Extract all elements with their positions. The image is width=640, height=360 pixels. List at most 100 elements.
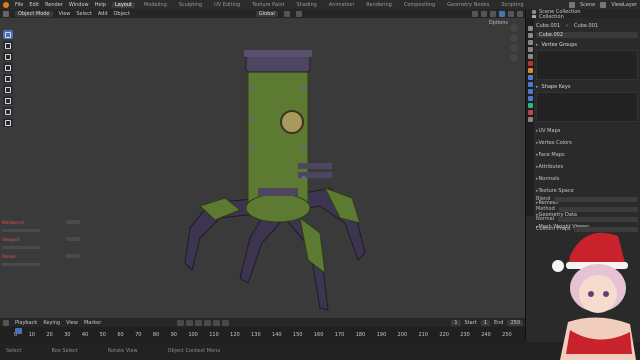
texture-tab-icon[interactable] [527,117,533,122]
panel-face-maps[interactable]: Face Maps [536,152,638,158]
scale-tool[interactable] [3,74,13,83]
scene-name[interactable]: Scene [580,2,595,8]
tab-texture-paint[interactable]: Texture Paint [249,2,287,8]
next-keyframe-icon[interactable] [213,319,221,326]
move-tool[interactable] [3,52,13,61]
data-tab-icon[interactable] [527,103,533,108]
particles-tab-icon[interactable] [527,82,533,87]
cursor-tool[interactable] [3,41,13,50]
zoom-icon[interactable] [510,24,518,32]
tab-sculpting[interactable]: Sculpting [176,2,205,8]
tab-compositing[interactable]: Compositing [401,2,438,8]
material-shading-icon[interactable] [508,10,514,17]
play-icon[interactable] [204,319,212,326]
menu-file[interactable]: File [15,2,23,8]
panel-header[interactable]: Shape Keys [536,84,638,90]
measure-tool[interactable] [3,107,13,116]
render-row-field[interactable] [2,246,40,249]
xray-icon[interactable] [481,10,487,17]
tab-modeling[interactable]: Modeling [141,2,170,8]
material-tab-icon[interactable] [527,110,533,115]
panel-uv-maps[interactable]: UV Maps [536,128,638,134]
select-tool[interactable] [3,30,13,39]
physics-tab-icon[interactable] [527,89,533,94]
robot-model[interactable] [170,38,370,318]
play-reverse-icon[interactable] [195,319,203,326]
modifier-tab-icon[interactable] [527,75,533,80]
panel-header[interactable]: Vertex Groups [536,42,638,48]
jump-end-icon[interactable] [222,319,230,326]
orientation-dropdown[interactable]: Global [255,10,278,17]
object-tab-icon[interactable] [527,68,533,73]
3d-viewport[interactable]: Options Workbench Viewport Render [0,18,526,318]
playhead[interactable] [15,328,22,334]
transform-tool[interactable] [3,85,13,94]
menu-window[interactable]: Window [69,2,89,8]
start-frame-field[interactable]: 1 [480,319,490,326]
panel-vertex-colors[interactable]: Vertex Colors [536,140,638,146]
footer-row-field[interactable] [558,206,638,212]
rendered-shading-icon[interactable] [517,10,523,17]
snap-icon[interactable] [283,10,290,17]
tab-layout[interactable]: Layout [112,1,135,8]
pan-icon[interactable] [510,34,518,42]
render-row-field[interactable] [2,229,40,232]
timeline-editor-icon[interactable] [3,319,9,326]
panel-attributes[interactable]: Attributes [536,164,638,170]
shape-key-list[interactable] [536,92,638,122]
blender-logo-icon[interactable] [3,1,9,8]
menu-view[interactable]: View [59,11,71,17]
menu-keying[interactable]: Keying [43,320,60,326]
menu-add[interactable]: Add [98,11,108,17]
scene-tab-icon[interactable] [527,54,533,59]
view-layer-name[interactable]: ViewLayer [611,2,637,8]
tab-shading[interactable]: Shading [293,2,319,8]
render-row-field[interactable] [2,263,40,266]
menu-help[interactable]: Help [95,2,106,8]
prev-keyframe-icon[interactable] [186,319,194,326]
tool-tab-icon[interactable] [527,26,533,31]
end-frame-field[interactable]: 250 [507,319,523,326]
constraints-tab-icon[interactable] [527,96,533,101]
tab-uv-editing[interactable]: UV Editing [211,2,243,8]
menu-select[interactable]: Select [76,11,91,17]
world-tab-icon[interactable] [527,61,533,66]
tab-rendering[interactable]: Rendering [363,2,395,8]
menu-object[interactable]: Object [114,11,130,17]
footer-row-field[interactable] [558,216,638,222]
render-row-button[interactable] [66,237,80,241]
tab-geometry-nodes[interactable]: Geometry Nodes [444,2,492,8]
jump-start-icon[interactable] [177,319,185,326]
panel-texture-space[interactable]: Texture Space [536,188,638,194]
menu-timeline-view[interactable]: View [66,320,78,326]
overlay-icon[interactable] [472,10,478,17]
panel-normals[interactable]: Normals [536,176,638,182]
proportional-edit-icon[interactable] [295,10,302,17]
menu-render[interactable]: Render [45,2,63,8]
tab-scripting[interactable]: Scripting [498,2,526,8]
timeline-ruler[interactable]: 0 10 20 30 40 50 60 70 80 90 100 110 120… [0,327,526,342]
output-tab-icon[interactable] [527,40,533,45]
vertex-group-list[interactable] [536,50,638,80]
render-row-button[interactable] [66,254,80,258]
render-tab-icon[interactable] [527,33,533,38]
camera-view-icon[interactable] [510,44,518,52]
tab-animation[interactable]: Animation [326,2,358,8]
rotate-tool[interactable] [3,63,13,72]
wireframe-shading-icon[interactable] [490,10,496,17]
menu-marker[interactable]: Marker [84,320,101,326]
view-layer-tab-icon[interactable] [527,47,533,52]
menu-edit[interactable]: Edit [29,2,39,8]
mesh-data-name-field[interactable]: Cube.002 [536,32,638,38]
mode-dropdown[interactable]: Object Mode [15,10,53,17]
solid-shading-icon[interactable] [499,10,505,17]
current-frame-field[interactable]: 1 [451,319,461,326]
perspective-toggle-icon[interactable] [510,54,518,62]
add-cube-tool[interactable] [3,118,13,127]
footer-row-field[interactable] [554,196,638,202]
editor-type-icon[interactable] [3,10,9,17]
menu-playback[interactable]: Playback [15,320,37,326]
options-dropdown[interactable]: Options [489,20,508,26]
annotate-tool[interactable] [3,96,13,105]
render-row-button[interactable] [66,220,80,224]
